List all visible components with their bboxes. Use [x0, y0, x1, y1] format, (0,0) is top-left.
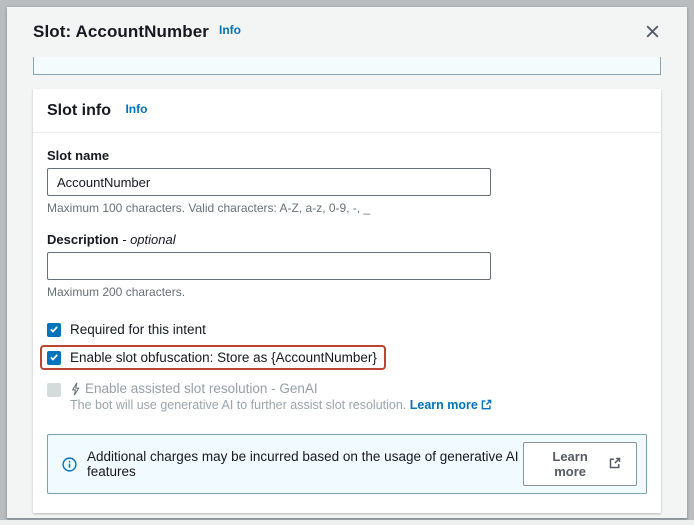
obfuscation-annotation-box: Enable slot obfuscation: Store as {Accou…: [40, 345, 386, 370]
assisted-resolution-label: Enable assisted slot resolution - GenAI: [85, 381, 318, 396]
obfuscation-checkbox[interactable]: [47, 349, 61, 367]
slot-info-card-body: Slot name Maximum 100 characters. Valid …: [33, 133, 661, 513]
required-intent-checkbox[interactable]: [47, 321, 61, 339]
genai-charges-banner: Additional charges may be incurred based…: [47, 434, 647, 494]
slot-info-card-header: Slot info Info: [33, 89, 661, 133]
slot-editor-modal: Slot: AccountNumber Info Slot info Info …: [7, 7, 687, 525]
required-intent-label[interactable]: Required for this intent: [70, 322, 206, 337]
checkmark-icon: [49, 349, 59, 367]
external-link-icon: [609, 457, 621, 472]
slot-name-input[interactable]: [47, 168, 491, 196]
assisted-resolution-checkbox: [47, 383, 61, 397]
slot-name-label: Slot name: [47, 148, 110, 163]
slot-info-info-link[interactable]: Info: [125, 102, 147, 116]
slot-name-helper: Maximum 100 characters. Valid characters…: [47, 201, 371, 215]
modal-info-link[interactable]: Info: [219, 23, 241, 37]
description-helper: Maximum 200 characters.: [47, 285, 186, 299]
obfuscation-label[interactable]: Enable slot obfuscation: Store as {Accou…: [70, 350, 377, 365]
description-field: Description - optional Maximum 200 chara…: [47, 232, 647, 299]
description-label: Description - optional: [47, 232, 176, 247]
assisted-resolution-learn-more-link[interactable]: Learn more: [410, 398, 478, 412]
slot-name-field: Slot name Maximum 100 characters. Valid …: [47, 148, 647, 215]
close-button[interactable]: [640, 19, 665, 44]
banner-text: Additional charges may be incurred based…: [87, 449, 519, 479]
page-backdrop-strip: [0, 520, 694, 525]
checkmark-icon: [49, 321, 59, 339]
slot-info-title: Slot info: [47, 102, 111, 119]
optional-note: - optional: [122, 232, 176, 247]
scrolled-panel-partial: [33, 57, 661, 75]
info-circle-icon: [62, 456, 77, 472]
assisted-resolution-description: The bot will use generative AI to furthe…: [70, 398, 492, 412]
obfuscation-row: Enable slot obfuscation: Store as {Accou…: [40, 340, 647, 375]
assisted-resolution-row: Enable assisted slot resolution - GenAI …: [47, 378, 647, 417]
slot-info-card: Slot info Info Slot name Maximum 100 cha…: [33, 89, 661, 513]
checkbox-group: Required for this intent Enable slot obf…: [40, 319, 647, 417]
modal-title: Slot: AccountNumber: [33, 21, 209, 41]
required-intent-row: Required for this intent: [47, 319, 647, 340]
close-icon: [644, 25, 661, 43]
modal-content: Slot info Info Slot name Maximum 100 cha…: [7, 50, 687, 525]
banner-learn-more-button[interactable]: Learn more: [523, 442, 637, 486]
lightning-bolt-icon: [70, 382, 81, 396]
description-input[interactable]: [47, 252, 491, 280]
external-link-icon: [481, 399, 492, 413]
modal-header: Slot: AccountNumber Info: [7, 7, 687, 50]
